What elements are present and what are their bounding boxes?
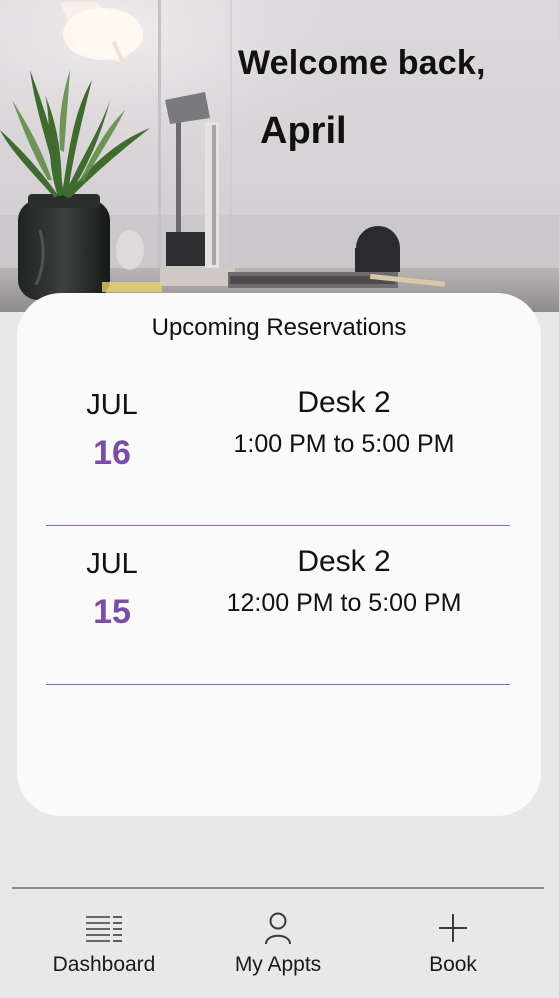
app-screen: Welcome back, April Upcoming Reservation…: [0, 0, 559, 998]
nav-book-label: Book: [429, 953, 477, 976]
user-name: April: [260, 110, 347, 152]
plus-icon: [439, 914, 467, 942]
hero-banner: Welcome back, April: [0, 0, 559, 312]
reservation-item[interactable]: JUL 16 Desk 2 1:00 PM to 5:00 PM: [46, 366, 510, 526]
reservation-desk: Desk 2: [297, 386, 391, 419]
person-icon: [265, 912, 291, 945]
card-title: Upcoming Reservations: [151, 314, 407, 341]
reservation-day: 15: [93, 593, 131, 631]
reservation-time: 1:00 PM to 5:00 PM: [233, 430, 455, 458]
reservation-month: JUL: [86, 389, 138, 421]
reservation-day: 16: [93, 434, 131, 472]
nav-book-button[interactable]: Book: [378, 889, 528, 998]
reservation-desk: Desk 2: [297, 545, 391, 578]
reservation-item[interactable]: JUL 15 Desk 2 12:00 PM to 5:00 PM: [46, 525, 510, 685]
nav-dashboard-label: Dashboard: [52, 953, 156, 976]
reservation-time: 12:00 PM to 5:00 PM: [226, 589, 462, 617]
nav-my-appts-button[interactable]: My Appts: [204, 889, 352, 998]
welcome-heading: Welcome back,: [238, 44, 486, 82]
nav-dashboard-button[interactable]: Dashboard: [30, 889, 178, 998]
bottom-navigation: Dashboard My Appts Book: [0, 889, 559, 998]
upcoming-reservations-card: Upcoming Reservations JUL 16 Desk 2 1:00…: [17, 293, 541, 816]
nav-my-appts-label: My Appts: [234, 953, 322, 976]
reservation-month: JUL: [86, 548, 138, 580]
dashboard-list-icon: [86, 916, 122, 942]
